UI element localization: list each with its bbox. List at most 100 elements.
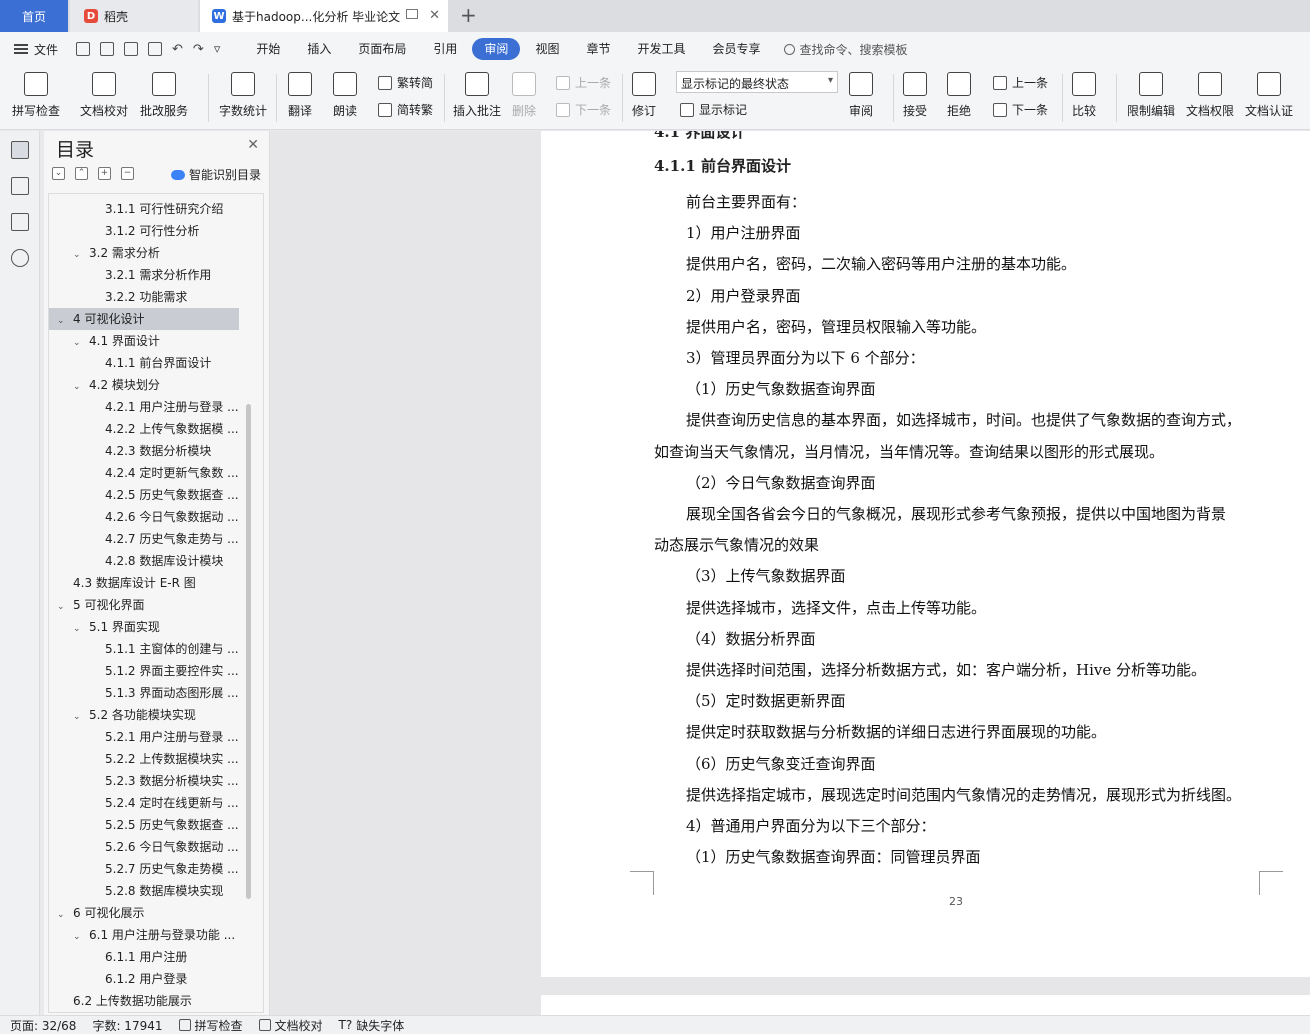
toc-item[interactable]: 3.1.2 可行性分析 (49, 220, 239, 242)
restrict-editing-button[interactable]: 限制编辑 (1127, 72, 1175, 119)
toc-item[interactable]: ⌄ 4 可视化设计 (49, 308, 239, 330)
file-menu[interactable]: 文件 (0, 41, 58, 58)
search-icon[interactable] (11, 249, 29, 267)
toc-item[interactable]: 6.2 上传数据功能展示 (49, 990, 239, 1012)
toc-item[interactable]: 5.1.1 主窗体的创建与 ... (49, 638, 239, 660)
word-count-button[interactable]: 字数统计 (219, 72, 267, 119)
toc-item[interactable]: 4.2.6 今日气象数据动 ... (49, 506, 239, 528)
status-proofread[interactable]: 文档校对 (258, 1017, 323, 1034)
toc-item[interactable]: ⌄ 3.2 需求分析 (49, 242, 239, 264)
menu-review[interactable]: 审阅 (472, 38, 521, 60)
tab-home[interactable]: 首页 (0, 0, 68, 32)
toc-item[interactable]: 4.2.8 数据库设计模块 (49, 550, 239, 572)
toc-item[interactable]: 5.2.1 用户注册与登录 ... (49, 726, 239, 748)
toc-item[interactable]: 5.2.4 定时在线更新与 ... (49, 792, 239, 814)
chevron-down-icon[interactable]: ⌄ (57, 596, 69, 616)
chevron-down-icon[interactable]: ⌄ (73, 706, 85, 726)
compare-button[interactable]: 比较 (1072, 72, 1096, 119)
menu-developer[interactable]: 开发工具 (625, 38, 697, 60)
toc-item[interactable]: 5.2.8 数据库模块实现 (49, 880, 239, 902)
toc-item[interactable]: 3.2.2 功能需求 (49, 286, 239, 308)
print-icon[interactable] (124, 42, 139, 56)
missing-font[interactable]: T? 缺失字体 (339, 1017, 405, 1034)
document-certify-button[interactable]: 文档认证 (1245, 72, 1293, 119)
toc-item[interactable]: 4.2.5 历史气象数据查 ... (49, 484, 239, 506)
toc-item[interactable]: 5.2.6 今日气象数据动 ... (49, 836, 239, 858)
toc-item[interactable]: 3.1.1 可行性研究介绍 (49, 198, 239, 220)
chevron-down-icon[interactable]: ⌄ (73, 926, 85, 946)
tab-daoke[interactable]: D 稻壳 (70, 0, 198, 32)
trad-to-simp-button[interactable]: 繁转简 (378, 74, 433, 91)
toc-item[interactable]: 4.2.1 用户注册与登录 ... (49, 396, 239, 418)
show-markup-button[interactable]: 显示标记 (680, 101, 747, 118)
tab-document[interactable]: W 基于hadoop...化分析 毕业论文 ✕ (200, 0, 448, 32)
smart-toc-button[interactable]: 智能识别目录 (170, 166, 261, 183)
close-icon[interactable]: ✕ (247, 137, 259, 153)
toc-item[interactable]: 5.1.3 界面动态图形展 ... (49, 682, 239, 704)
new-tab-plus-icon[interactable]: + (460, 3, 477, 27)
review-pane-button[interactable]: 审阅 (849, 72, 873, 119)
toc-item[interactable]: 4.1.1 前台界面设计 (49, 352, 239, 374)
toc-item[interactable]: 4.2.3 数据分析模块 (49, 440, 239, 462)
track-changes-button[interactable]: 修订 (632, 72, 656, 119)
prev-change-button[interactable]: 上一条 (993, 74, 1048, 91)
next-change-button[interactable]: 下一条 (993, 101, 1048, 118)
toc-item[interactable]: 4.3 数据库设计 E-R 图 (49, 572, 239, 594)
add-item-icon[interactable]: + (98, 167, 111, 180)
translate-button[interactable]: 翻译 (288, 72, 312, 119)
command-search[interactable]: 查找命令、搜索模板 (783, 41, 908, 58)
toc-item[interactable]: ⌄ 6.1 用户注册与登录功能 ... (49, 924, 239, 946)
undo-icon[interactable]: ↶ (172, 42, 183, 57)
insert-comment-button[interactable]: 插入批注 (453, 72, 501, 119)
chevron-down-icon[interactable]: ⌄ (57, 310, 69, 330)
close-icon[interactable]: ✕ (429, 8, 440, 23)
chevron-down-icon[interactable]: ⌄ (73, 376, 85, 396)
remove-item-icon[interactable]: − (121, 167, 134, 180)
toc-item[interactable]: 4.2.4 定时更新气象数 ... (49, 462, 239, 484)
save-icon[interactable] (76, 42, 91, 56)
toc-item[interactable]: 6.1.2 用户登录 (49, 968, 239, 990)
reject-button[interactable]: 拒绝 (947, 72, 971, 119)
proofread-button[interactable]: 文档校对 (80, 72, 128, 119)
menu-chapter[interactable]: 章节 (574, 38, 622, 60)
toc-item[interactable]: 5.2.5 历史气象数据查 ... (49, 814, 239, 836)
chevron-down-icon[interactable]: ⌄ (57, 904, 69, 924)
toc-scrollbar[interactable] (246, 404, 251, 899)
word-count[interactable]: 字数: 17941 (92, 1017, 162, 1034)
toc-item[interactable]: 6.1.1 用户注册 (49, 946, 239, 968)
markup-state-select[interactable]: 显示标记的最终状态 (676, 71, 838, 93)
next-comment-button[interactable]: 下一条 (556, 101, 611, 118)
menu-start[interactable]: 开始 (244, 38, 292, 60)
toc-item[interactable]: 5.2.3 数据分析模块实 ... (49, 770, 239, 792)
chevron-down-icon[interactable]: ▿ (214, 42, 221, 57)
navigation-icon[interactable] (11, 177, 29, 195)
menu-insert[interactable]: 插入 (295, 38, 343, 60)
prev-comment-button[interactable]: 上一条 (556, 74, 611, 91)
toc-item[interactable]: ⌄ 4.2 模块划分 (49, 374, 239, 396)
toc-item[interactable]: ⌄ 5 可视化界面 (49, 594, 239, 616)
toc-item[interactable]: ⌄ 5.1 界面实现 (49, 616, 239, 638)
toc-item[interactable]: 4.2.2 上传气象数据模 ... (49, 418, 239, 440)
redo-icon[interactable]: ↷ (193, 42, 204, 57)
document-rights-button[interactable]: 文档权限 (1186, 72, 1234, 119)
export-icon[interactable] (100, 42, 115, 56)
chevron-down-icon[interactable]: ⌄ (73, 618, 85, 638)
expand-up-icon[interactable]: ⌃ (75, 167, 88, 180)
toc-item[interactable]: 5.1.2 界面主要控件实 ... (49, 660, 239, 682)
delete-comment-button[interactable]: 删除 (512, 72, 536, 119)
toc-item[interactable]: ⌄ 5.2 各功能模块实现 (49, 704, 239, 726)
menu-references[interactable]: 引用 (421, 38, 469, 60)
spellcheck-button[interactable]: 拼写检查 (12, 72, 60, 119)
batch-service-button[interactable]: 批改服务 (140, 72, 188, 119)
chevron-down-icon[interactable]: ⌄ (73, 332, 85, 352)
menu-view[interactable]: 视图 (523, 38, 571, 60)
toc-item[interactable]: 5.2.7 历史气象走势模 ... (49, 858, 239, 880)
toc-item[interactable]: 5.2.2 上传数据模块实 ... (49, 748, 239, 770)
bookmark-icon[interactable] (11, 213, 29, 231)
toc-icon[interactable] (11, 141, 29, 159)
menu-member[interactable]: 会员专享 (700, 38, 772, 60)
preview-icon[interactable] (148, 42, 163, 56)
monitor-icon[interactable] (406, 9, 418, 19)
simp-to-trad-button[interactable]: 简转繁 (378, 101, 433, 118)
accept-button[interactable]: 接受 (903, 72, 927, 119)
